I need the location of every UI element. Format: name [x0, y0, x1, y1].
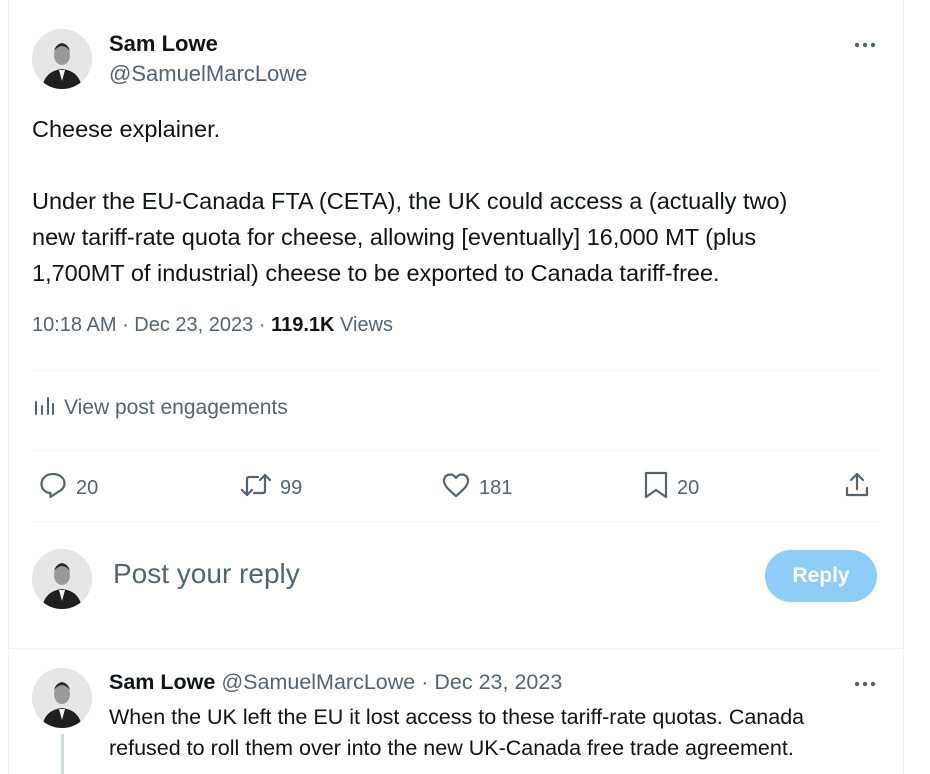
reply-text: When the UK left the EU it lost access t…	[109, 702, 889, 764]
divider	[32, 450, 880, 451]
tweet-time[interactable]: 10:18 AM	[32, 314, 117, 336]
tweet-text-line-5: 1,700MT of industrial) cheese to be expo…	[32, 260, 720, 286]
share-action[interactable]	[843, 470, 871, 506]
thread-separator	[8, 648, 904, 649]
author-avatar[interactable]	[32, 29, 92, 89]
meta-separator: ·	[122, 314, 135, 336]
reply-text-line-2: refused to roll them over into the new U…	[109, 736, 794, 760]
author-handle[interactable]: @SamuelMarcLowe	[109, 61, 307, 87]
reply-separator: ·	[421, 670, 429, 694]
tweet-date[interactable]: Dec 23, 2023	[134, 314, 253, 336]
reply-button[interactable]: Reply	[765, 550, 877, 602]
tweet-text-line-3: Under the EU-Canada FTA (CETA), the UK c…	[32, 188, 788, 214]
tweet-meta: 10:18 AM · Dec 23, 2023 · 119.1K Views	[32, 314, 393, 337]
like-count: 181	[479, 476, 513, 499]
view-engagements-link[interactable]: View post engagements	[32, 394, 288, 422]
current-user-avatar	[32, 549, 92, 609]
author-name[interactable]: Sam Lowe	[109, 31, 218, 57]
more-icon[interactable]	[852, 35, 880, 55]
reply-author-avatar[interactable]	[32, 668, 92, 728]
like-icon	[441, 470, 471, 506]
reply-header: Sam Lowe @SamuelMarcLowe · Dec 23, 2023	[109, 670, 562, 695]
analytics-icon	[32, 394, 56, 422]
repost-count: 99	[280, 476, 303, 499]
thread-connector	[61, 734, 64, 774]
reply-text-line-1: When the UK left the EU it lost access t…	[109, 705, 805, 729]
bookmark-action[interactable]: 20	[643, 470, 699, 506]
reply-icon	[38, 470, 68, 506]
bookmark-icon	[643, 470, 669, 506]
reply-action[interactable]: 20	[38, 470, 98, 506]
bookmark-count: 20	[677, 476, 700, 499]
repost-icon	[240, 470, 272, 506]
like-action[interactable]: 181	[441, 470, 512, 506]
share-icon	[843, 470, 871, 506]
view-engagements-label: View post engagements	[64, 396, 288, 419]
divider	[32, 521, 880, 522]
views-count: 119.1K	[271, 314, 335, 336]
meta-separator: ·	[258, 314, 272, 336]
reply-input[interactable]: Post your reply	[113, 558, 300, 590]
tweet-text-line-1: Cheese explainer.	[32, 116, 221, 142]
more-icon[interactable]	[852, 674, 880, 694]
divider	[32, 370, 880, 371]
reply-author-handle[interactable]: @SamuelMarcLowe	[221, 670, 415, 694]
tweet-text-line-4: new tariff-rate quota for cheese, allowi…	[32, 224, 757, 250]
reply-date[interactable]: Dec 23, 2023	[434, 670, 562, 694]
views-label: Views	[340, 314, 394, 336]
repost-action[interactable]: 99	[240, 470, 302, 506]
reply-author-name[interactable]: Sam Lowe	[109, 670, 215, 694]
reply-count: 20	[76, 476, 99, 499]
